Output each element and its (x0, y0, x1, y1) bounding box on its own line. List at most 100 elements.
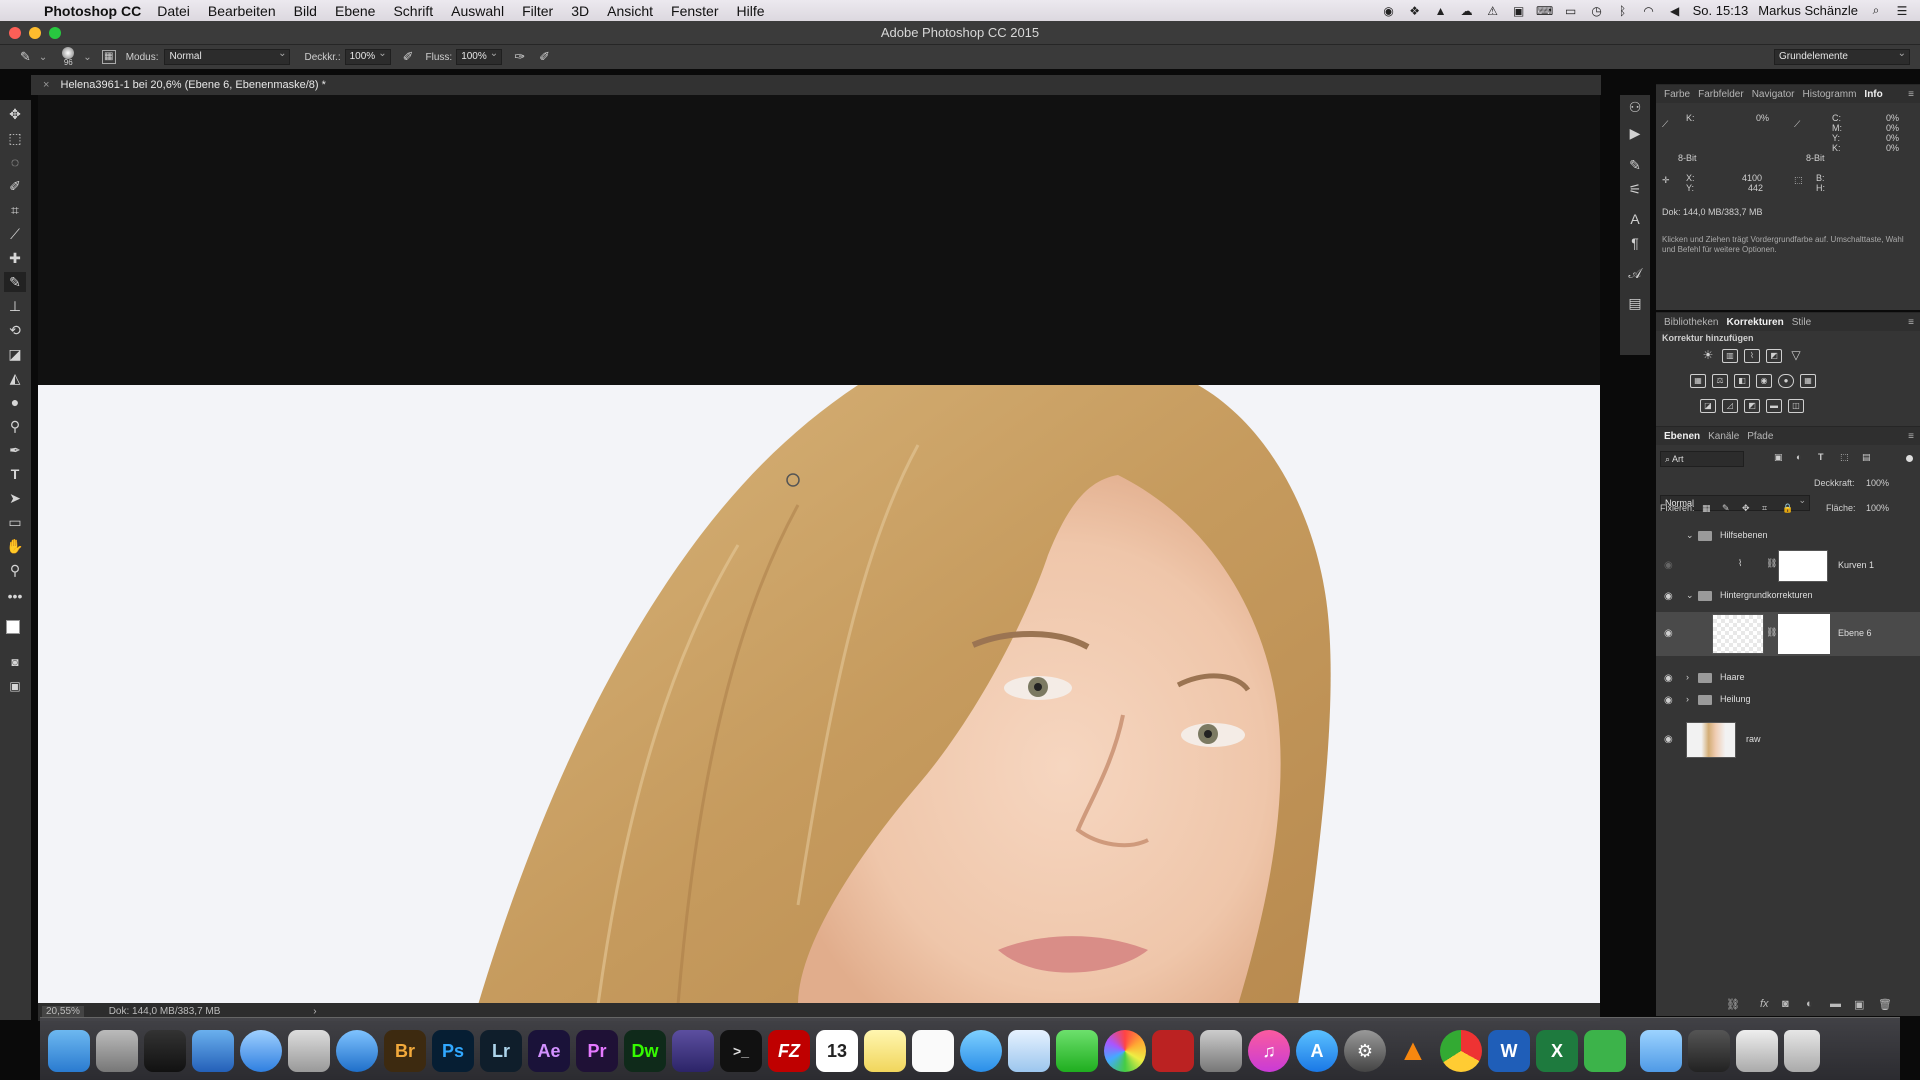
mask-thumbnail[interactable] (1778, 614, 1830, 654)
tab-pfade[interactable]: Pfade (1747, 431, 1773, 442)
dock-safari[interactable] (240, 1030, 282, 1072)
keyboard-icon[interactable]: ⌨ (1536, 4, 1553, 18)
blur-tool-icon[interactable]: ● (4, 392, 26, 412)
dock-filezilla[interactable]: FZ (768, 1030, 810, 1072)
tool-presets-icon[interactable]: ⚟ (1625, 181, 1645, 201)
path-selection-tool-icon[interactable]: ➤ (4, 488, 26, 508)
panel-menu-icon[interactable]: ≡ (1908, 431, 1914, 442)
layer-thumbnail[interactable] (1686, 722, 1736, 758)
history-panel-icon[interactable]: ⚇ (1625, 99, 1645, 119)
menu-ebene[interactable]: Ebene (335, 3, 375, 19)
brush-tool-icon[interactable]: ✎ (4, 272, 26, 292)
invert-icon[interactable]: ◪ (1700, 399, 1716, 413)
chevron-down-icon[interactable]: ⌄ (39, 52, 47, 63)
dock-finder[interactable] (48, 1030, 90, 1072)
menu-bearbeiten[interactable]: Bearbeiten (208, 3, 276, 19)
new-adjustment-icon[interactable]: ◐ (1806, 998, 1813, 1010)
menu-3d[interactable]: 3D (571, 3, 589, 19)
eyedropper-icon[interactable]: ⟋ (1662, 119, 1668, 130)
app-menu[interactable]: Photoshop CC (44, 3, 141, 19)
selective-color-icon[interactable]: ◫ (1788, 399, 1804, 413)
quick-mask-icon[interactable]: ◙ (4, 652, 26, 672)
chevron-right-icon[interactable]: › (1686, 694, 1689, 704)
lock-image-icon[interactable]: ✎ (1722, 503, 1730, 514)
delete-layer-icon[interactable]: 🗑 (1878, 998, 1892, 1011)
dock-photo-booth[interactable] (1152, 1030, 1194, 1072)
quick-selection-tool-icon[interactable]: ✐ (4, 176, 26, 196)
fluss-input[interactable]: 100% (456, 47, 503, 65)
type-tool-icon[interactable]: T (4, 464, 26, 484)
eraser-tool-icon[interactable]: ◪ (4, 344, 26, 364)
paragraph-panel-icon[interactable]: ¶ (1625, 235, 1645, 255)
dock-mail[interactable] (1008, 1030, 1050, 1072)
levels-icon[interactable]: ▥ (1722, 349, 1738, 363)
drive-icon[interactable]: ▲ (1433, 4, 1449, 18)
zoom-window-button[interactable] (49, 27, 61, 39)
black-white-icon[interactable]: ◧ (1734, 374, 1750, 388)
marquee-tool-icon[interactable]: ⬚ (4, 128, 26, 148)
document-tab[interactable]: × Helena3961-1 bei 20,6% (Ebene 6, Ebene… (31, 75, 1601, 95)
dock-messages[interactable] (960, 1030, 1002, 1072)
visibility-icon[interactable]: ◉ (1664, 591, 1676, 603)
rectangle-tool-icon[interactable]: ▭ (4, 512, 26, 532)
dock-xcode[interactable] (192, 1030, 234, 1072)
tab-korrekturen[interactable]: Korrekturen (1726, 317, 1783, 328)
tab-navigator[interactable]: Navigator (1752, 89, 1795, 100)
brightness-icon[interactable]: ☀ (1700, 349, 1716, 363)
wifi-icon[interactable]: ◠ (1641, 4, 1657, 18)
posterize-icon[interactable]: ◿ (1722, 399, 1738, 413)
dock-app-store[interactable]: A (1296, 1030, 1338, 1072)
dock-notes[interactable] (864, 1030, 906, 1072)
menu-auswahl[interactable]: Auswahl (451, 3, 504, 19)
pressure-size-icon[interactable]: ✐ (539, 49, 550, 65)
visibility-icon[interactable]: ◉ (1664, 628, 1676, 640)
filter-smart-object-icon[interactable]: ▤ (1862, 452, 1871, 463)
chevron-down-icon[interactable]: ⌄ (83, 52, 91, 63)
tab-bibliotheken[interactable]: Bibliotheken (1664, 317, 1718, 328)
tab-stile[interactable]: Stile (1792, 317, 1811, 328)
crop-tool-icon[interactable]: ⌗ (4, 200, 26, 220)
dock-folder[interactable] (1640, 1030, 1682, 1072)
dock-dictionary[interactable] (1200, 1030, 1242, 1072)
dock-itunes[interactable]: ♫ (1248, 1030, 1290, 1072)
tab-histogramm[interactable]: Histogramm (1803, 89, 1857, 100)
dock-calendar[interactable]: 13 (816, 1030, 858, 1072)
modus-select[interactable]: Normal (164, 47, 291, 65)
layer-row[interactable]: ◉ › Haare (1656, 670, 1920, 688)
visibility-off-icon[interactable]: ◉ (1664, 560, 1676, 572)
minimize-window-button[interactable] (29, 27, 41, 39)
mask-thumbnail[interactable] (1778, 550, 1828, 582)
close-tab-icon[interactable]: × (43, 79, 49, 91)
menu-fenster[interactable]: Fenster (671, 3, 718, 19)
dock-mission-control[interactable] (144, 1030, 186, 1072)
dock-launchpad[interactable] (96, 1030, 138, 1072)
hand-tool-icon[interactable]: ✋ (4, 536, 26, 556)
pressure-opacity-icon[interactable]: ✐ (403, 49, 414, 65)
channel-mixer-icon[interactable]: ● (1778, 374, 1794, 388)
zoom-tool-icon[interactable]: ⚲ (4, 560, 26, 580)
spotlight-icon[interactable]: ⌕ (1868, 3, 1884, 18)
airbrush-icon[interactable]: ✑ (514, 49, 525, 65)
gradient-map-icon[interactable]: ▬ (1766, 399, 1782, 413)
dock-after-effects[interactable]: Ae (528, 1030, 570, 1072)
notification-center-icon[interactable]: ☰ (1894, 4, 1910, 18)
brush-tool-icon[interactable]: ✎ (20, 49, 31, 65)
dock-excel[interactable]: X (1536, 1030, 1578, 1072)
canvas[interactable] (38, 95, 1600, 1003)
healing-brush-tool-icon[interactable]: ✚ (4, 248, 26, 268)
link-layers-icon[interactable]: ⛓ (1726, 998, 1740, 1011)
layer-filter-select[interactable]: ⌕ Art (1660, 451, 1744, 467)
lock-position-icon[interactable]: ✥ (1742, 503, 1750, 514)
tab-info[interactable]: Info (1864, 89, 1882, 100)
chevron-down-icon[interactable]: ⌄ (1686, 590, 1694, 601)
layer-row[interactable]: ◉ raw (1656, 722, 1920, 758)
lasso-tool-icon[interactable]: ◌ (4, 152, 26, 172)
paint-bucket-tool-icon[interactable]: ◭ (4, 368, 26, 388)
brush-panel-icon[interactable]: ✎ (1625, 157, 1645, 177)
dock-1password[interactable] (336, 1030, 378, 1072)
hue-saturation-icon[interactable]: ▦ (1690, 374, 1706, 388)
exposure-icon[interactable]: ◩ (1766, 349, 1782, 363)
dock-word[interactable]: W (1488, 1030, 1530, 1072)
layer-row[interactable]: ◉ › Heilung (1656, 692, 1920, 710)
opacity-value[interactable]: 100% (1866, 478, 1889, 488)
